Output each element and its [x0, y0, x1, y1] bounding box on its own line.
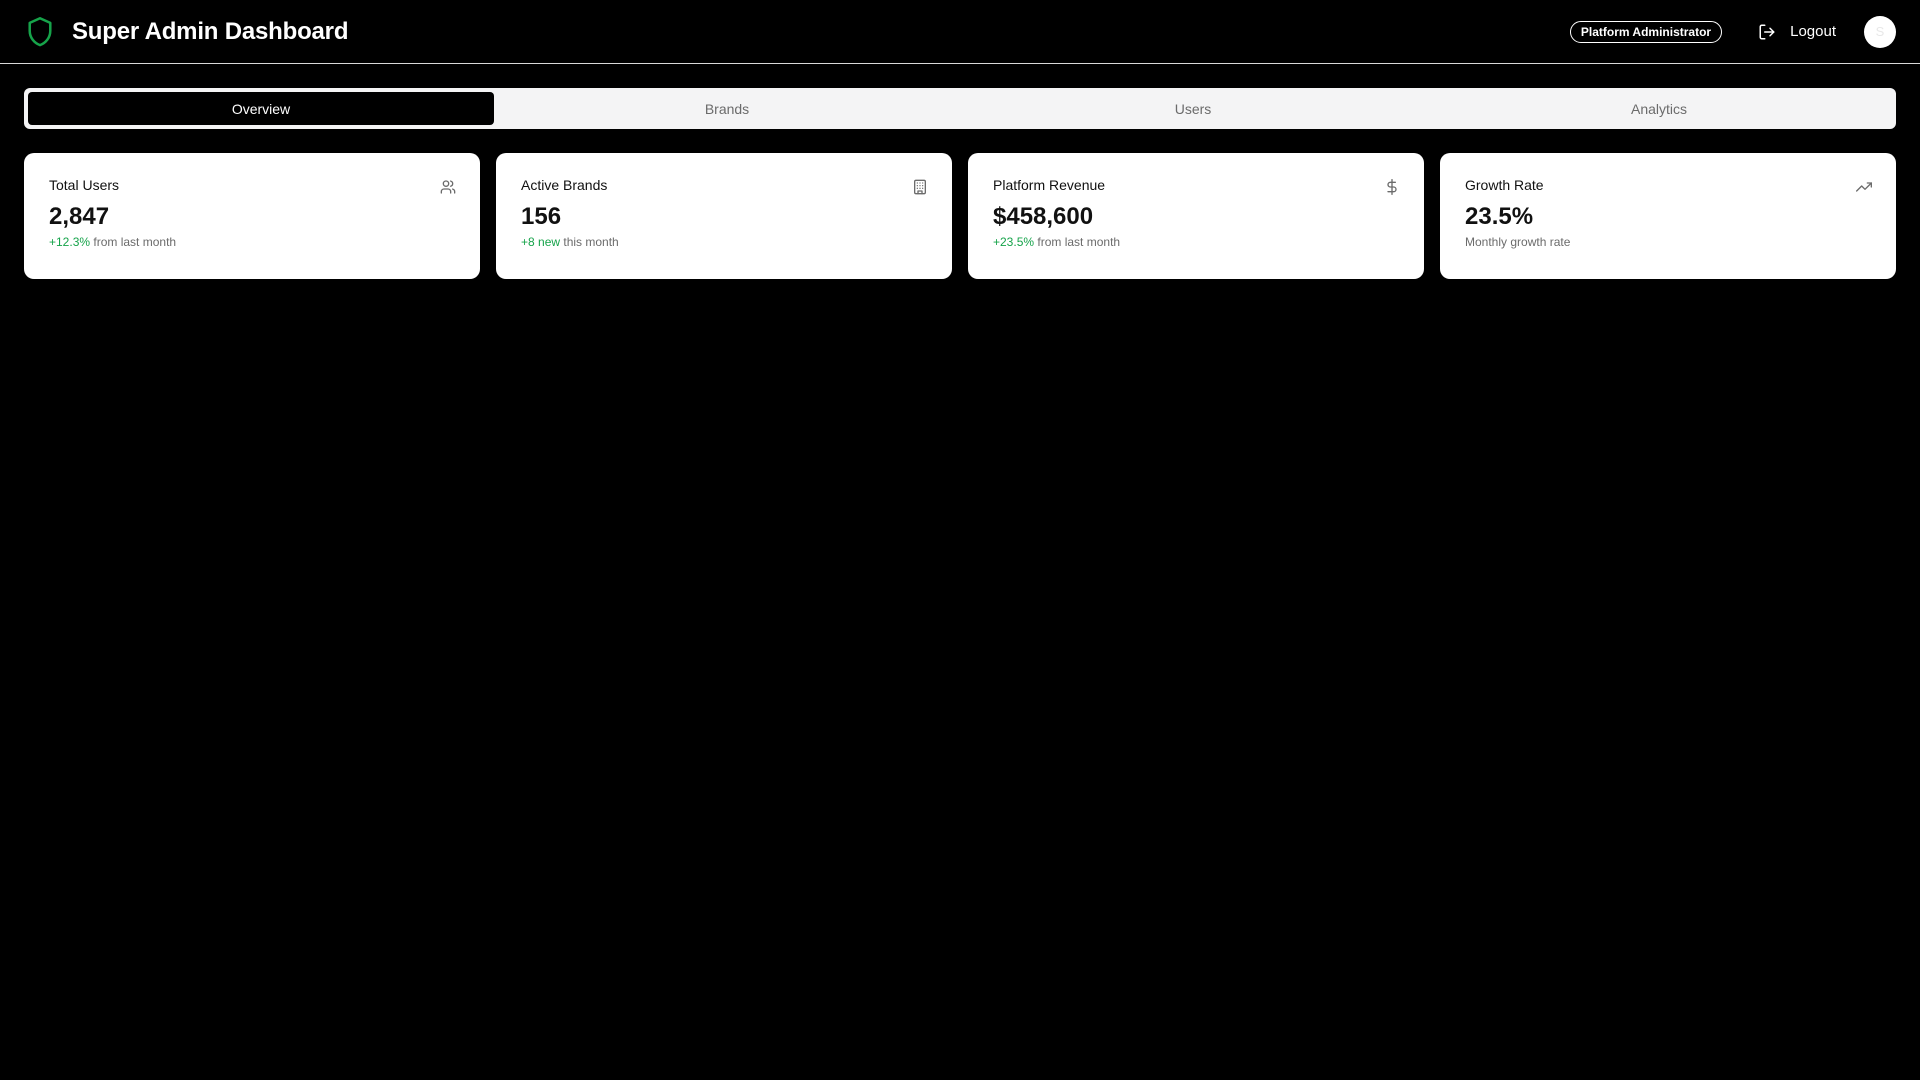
card-value: $458,600: [993, 203, 1094, 230]
card-value: 23.5%: [1465, 203, 1534, 230]
card-note: Monthly growth rate: [1465, 235, 1571, 249]
card-title: Platform Revenue: [993, 177, 1106, 193]
stats-cards: Total Users 2,847 +12.3% from last month…: [24, 153, 1896, 279]
stat-card-growth-rate: Growth Rate 23.5% Monthly growth rate: [1440, 153, 1896, 279]
card-value: 156: [521, 203, 562, 230]
tab-brands[interactable]: Brands: [494, 92, 960, 125]
card-value: 2,847: [49, 203, 110, 230]
brand: Super Admin Dashboard: [24, 16, 348, 48]
card-title: Active Brands: [521, 177, 608, 193]
stat-card-total-users: Total Users 2,847 +12.3% from last month: [24, 153, 480, 279]
tab-overview[interactable]: Overview: [28, 92, 494, 125]
trending-up-icon: [1856, 179, 1872, 195]
users-icon: [440, 179, 456, 195]
logout-icon: [1758, 23, 1776, 41]
card-delta: +23.5%: [993, 235, 1035, 249]
page-title: Super Admin Dashboard: [72, 17, 349, 45]
card-title: Growth Rate: [1465, 177, 1544, 193]
card-subtext: +8 new this month: [521, 235, 927, 249]
logout-label: Logout: [1790, 23, 1836, 40]
card-note: from last month: [1034, 235, 1121, 249]
shield-icon: [24, 16, 56, 48]
avatar[interactable]: S: [1864, 15, 1896, 48]
card-subtext: +12.3% from last month: [49, 235, 455, 249]
card-title: Total Users: [49, 177, 120, 193]
stat-card-active-brands: Active Brands 156 +8 new this month: [496, 153, 952, 279]
header-actions: Platform Administrator Logout S: [1569, 14, 1896, 50]
role-badge: Platform Administrator: [1569, 20, 1723, 43]
stat-card-platform-revenue: Platform Revenue $458,600 +23.5% from la…: [968, 153, 1424, 279]
card-subtext: +23.5% from last month: [993, 235, 1399, 249]
logout-button[interactable]: Logout: [1750, 14, 1844, 50]
card-note: this month: [560, 235, 619, 249]
tab-list: Overview Brands Users Analytics: [24, 88, 1896, 129]
top-bar: Super Admin Dashboard Platform Administr…: [0, 0, 1920, 64]
tab-users[interactable]: Users: [960, 92, 1426, 125]
avatar-initial: S: [1875, 24, 1885, 39]
card-delta: +12.3%: [49, 235, 91, 249]
dollar-icon: [1384, 179, 1400, 195]
card-note: from last month: [90, 235, 177, 249]
card-delta: +8 new: [521, 235, 561, 249]
tab-analytics[interactable]: Analytics: [1426, 92, 1892, 125]
card-subtext: Monthly growth rate: [1465, 235, 1871, 249]
building-icon: [912, 179, 928, 195]
